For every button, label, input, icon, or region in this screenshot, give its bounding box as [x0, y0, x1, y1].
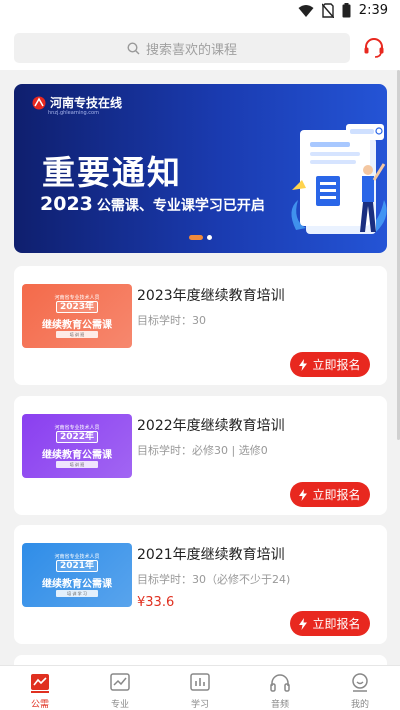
- thumb-footer: 培 训 班: [56, 461, 98, 468]
- tab-label: 公需: [30, 700, 49, 710]
- customer-service-icon[interactable]: [362, 36, 386, 60]
- banner-year: 2023: [40, 193, 93, 215]
- thumb-year: 2021年: [56, 560, 98, 572]
- chart-icon: [110, 673, 130, 691]
- carousel-dot[interactable]: [207, 235, 212, 240]
- tab-zhuanye[interactable]: 专业: [80, 666, 160, 710]
- headphones-icon: [270, 674, 290, 692]
- thumb-top-text: 河南省专业技术人员: [54, 554, 100, 560]
- bar-chart-icon: [190, 673, 210, 691]
- header: 搜索喜欢的课程: [0, 24, 400, 70]
- banner-subtitle: 2023 公需课、专业课学习已开启: [40, 193, 265, 215]
- carousel-dot-active[interactable]: [189, 235, 203, 240]
- enroll-button[interactable]: 立即报名: [290, 482, 370, 507]
- course-thumbnail: 河南省专业技术人员 2023年 继续教育公需课 培 训 班: [22, 284, 132, 348]
- banner-title: 重要通知: [42, 153, 182, 192]
- no-sim-icon: [321, 3, 334, 18]
- thumb-top-text: 河南省专业技术人员: [54, 425, 100, 431]
- brand-logo: 河南专技在线: [32, 94, 122, 111]
- enroll-button[interactable]: 立即报名: [290, 611, 370, 636]
- wifi-icon: [298, 4, 314, 17]
- tab-label: 专业: [110, 700, 129, 710]
- profile-icon: [352, 673, 368, 692]
- tab-label: 音频: [270, 700, 289, 710]
- enroll-button-label: 立即报名: [312, 358, 361, 372]
- status-icons: 2:39: [298, 3, 388, 18]
- search-input[interactable]: 搜索喜欢的课程: [14, 33, 350, 63]
- thumb-caption: 继续教育公需课: [42, 450, 112, 461]
- enroll-button-label: 立即报名: [312, 488, 361, 502]
- course-card[interactable]: 河南省专业技术人员 2023年 继续教育公需课 培 训 班 2023年度继续教育…: [14, 266, 387, 385]
- battery-icon: [342, 3, 351, 18]
- tab-yinpin[interactable]: 音频: [240, 666, 320, 710]
- document-illustration: [291, 124, 387, 234]
- thumb-caption: 继续教育公需课: [42, 579, 112, 590]
- course-title: 2023年度继续教育培训: [137, 288, 285, 304]
- enroll-button-label: 立即报名: [312, 617, 361, 631]
- gongxu-icon: [31, 674, 49, 693]
- course-title: 2021年度继续教育培训: [137, 547, 285, 563]
- banner-subtitle-text: 公需课、专业课学习已开启: [96, 198, 265, 214]
- course-thumbnail: 河南省专业技术人员 2022年 继续教育公需课 培 训 班: [22, 414, 132, 478]
- brand-url: hnzj.ghlearning.com: [48, 110, 99, 116]
- tab-xuexi[interactable]: 学习: [160, 666, 240, 710]
- lightning-icon: [299, 358, 308, 371]
- tab-gongxu[interactable]: 公需: [0, 666, 80, 710]
- course-card[interactable]: 河南省专业技术人员 2022年 继续教育公需课 培 训 班 2022年度继续教育…: [14, 396, 387, 515]
- course-hours: 目标学时：30: [137, 314, 206, 327]
- search-icon: [127, 41, 140, 54]
- tab-label: 我的: [350, 700, 369, 710]
- enroll-button[interactable]: 立即报名: [290, 352, 370, 377]
- course-price: ¥33.6: [137, 595, 175, 610]
- thumb-caption: 继续教育公需课: [42, 320, 112, 331]
- course-hours: 目标学时：必修30 | 选修0: [137, 444, 268, 457]
- lightning-icon: [299, 617, 308, 630]
- course-hours: 目标学时：30（必修不少于24): [137, 573, 291, 586]
- tab-label: 学习: [190, 700, 209, 710]
- thumb-footer: 培 训 学 习: [56, 590, 98, 597]
- course-title: 2022年度继续教育培训: [137, 418, 285, 434]
- lightning-icon: [299, 488, 308, 501]
- thumb-footer: 培 训 班: [56, 331, 98, 338]
- thumb-year: 2023年: [56, 301, 98, 313]
- bottom-tab-bar: 公需 专业 学习 音频 我的: [0, 665, 400, 710]
- tab-wode[interactable]: 我的: [320, 666, 400, 710]
- course-thumbnail: 河南省专业技术人员 2021年 继续教育公需课 培 训 学 习: [22, 543, 132, 607]
- brand-name: 河南专技在线: [50, 96, 123, 110]
- thumb-year: 2022年: [56, 431, 98, 443]
- course-card[interactable]: 河南省专业技术人员 2021年 继续教育公需课 培 训 学 习 2021年度继续…: [14, 525, 387, 644]
- status-time: 2:39: [358, 3, 388, 18]
- status-bar: 2:39: [0, 0, 400, 24]
- thumb-top-text: 河南省专业技术人员: [54, 295, 100, 301]
- search-placeholder: 搜索喜欢的课程: [145, 42, 237, 58]
- carousel-indicator[interactable]: [189, 235, 212, 240]
- notice-banner[interactable]: 河南专技在线 hnzj.ghlearning.com 重要通知 2023 公需课、…: [14, 84, 387, 253]
- logo-icon: [32, 96, 46, 109]
